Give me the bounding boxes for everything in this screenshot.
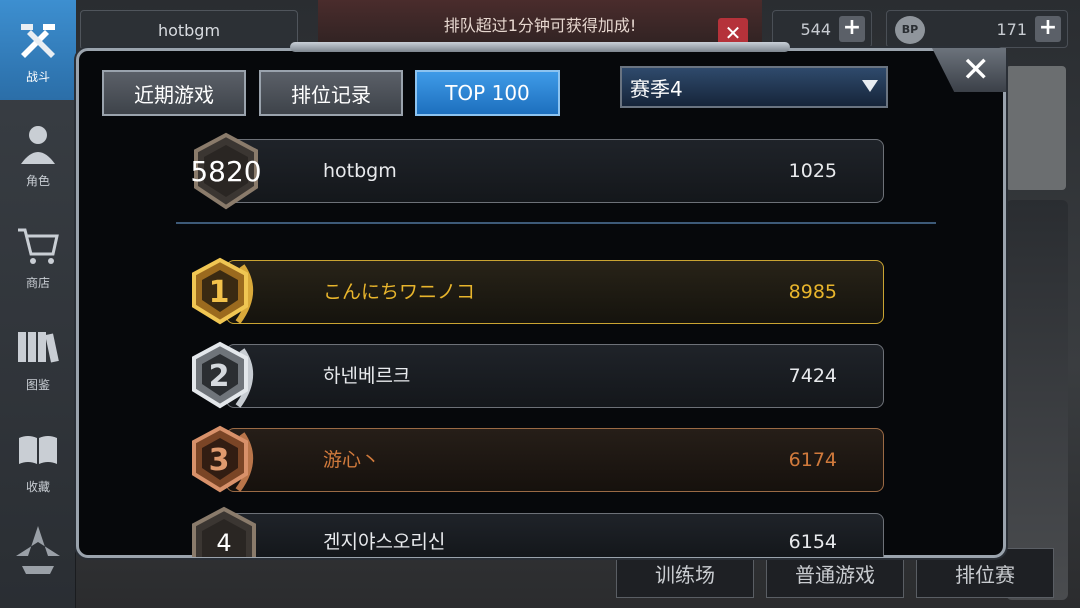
season-value: 赛季4 (630, 76, 683, 101)
tab-top100[interactable]: TOP 100 (415, 70, 560, 116)
player-name: 하넨베르크 (323, 365, 411, 387)
books-icon (18, 331, 59, 363)
player-score: 6174 (788, 449, 837, 471)
rank-number: 1 (208, 274, 230, 310)
logo-icon (16, 526, 60, 574)
leaderboard-row[interactable]: 하넨베르크 7424 (226, 344, 884, 408)
tab-rank-history[interactable]: 排位记录 (259, 70, 403, 116)
player-name: こんにちワニノコ (323, 281, 476, 303)
rank-badge: 5820 (186, 131, 266, 211)
currency-value: 171 (996, 19, 1027, 39)
rank-badge: 4 (184, 505, 264, 557)
leaderboard-row[interactable]: 游心丶 6174 (226, 428, 884, 492)
player-name: 游心丶 (323, 449, 381, 471)
rank-number: 4 (216, 529, 232, 557)
currency-value: 544 (800, 19, 831, 39)
sidebar-item-label: 战斗 (25, 69, 50, 84)
add-bp-button[interactable]: + (1035, 16, 1061, 42)
currency-bp: BP 171 + (886, 10, 1068, 48)
sidebar-item-shop[interactable]: 商店 (0, 206, 76, 306)
cart-icon (18, 228, 59, 264)
bronze-medal: 3 (182, 420, 262, 500)
leaderboard-row[interactable]: こんにちワニノコ 8985 (226, 260, 884, 324)
player-score: 6154 (788, 531, 837, 553)
leaderboard-row[interactable]: 겐지야스오리신 6154 (226, 513, 884, 557)
sidebar-item-character[interactable]: 角色 (0, 104, 76, 204)
gold-medal: 1 (182, 252, 262, 332)
season-dropdown[interactable]: 赛季4 (620, 66, 888, 108)
side-panel (1006, 66, 1066, 190)
crossed-guns-icon (21, 23, 55, 58)
sidebar: 战斗 角色 商店 图鉴 收藏 (0, 0, 76, 608)
sidebar-item-label: 商店 (25, 275, 50, 290)
close-icon: ✕ (961, 50, 991, 90)
character-icon (21, 125, 55, 164)
player-score: 7424 (788, 365, 837, 387)
own-rank-row: hotbgm 1025 (226, 139, 884, 203)
open-book-icon (19, 435, 57, 464)
silver-medal: 2 (182, 336, 262, 416)
sidebar-item-label: 收藏 (25, 479, 50, 494)
rank-number: 5820 (190, 154, 262, 188)
player-score: 1025 (788, 160, 837, 182)
player-score: 8985 (788, 281, 837, 303)
rank-number: 3 (208, 442, 230, 478)
add-currency-button[interactable]: + (839, 16, 865, 42)
tab-recent-games[interactable]: 近期游戏 (102, 70, 246, 116)
sidebar-item-label: 图鉴 (25, 377, 50, 392)
divider (176, 222, 936, 224)
modal-handle (290, 42, 790, 52)
character-art (1006, 200, 1068, 600)
bp-icon: BP (895, 16, 925, 44)
rank-number: 2 (208, 358, 230, 394)
chevron-down-icon (862, 80, 878, 92)
sidebar-item-codex[interactable]: 图鉴 (0, 308, 76, 408)
banner-text: 排队超过1分钟可获得加成! (443, 16, 637, 35)
player-name: 겐지야스오리신 (323, 531, 446, 553)
sidebar-item-collection[interactable]: 收藏 (0, 410, 76, 510)
username-field: hotbgm (80, 10, 298, 50)
player-name: hotbgm (323, 160, 397, 182)
sidebar-item-label: 角色 (25, 173, 50, 188)
sidebar-item-battle[interactable]: 战斗 (0, 0, 76, 100)
